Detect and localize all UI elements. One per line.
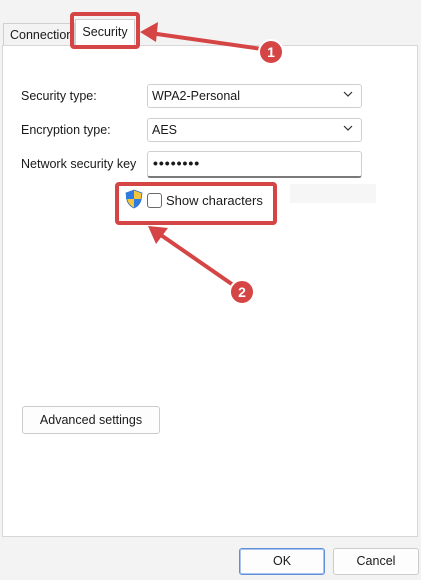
input-shadow (290, 184, 376, 203)
security-type-value: WPA2-Personal (152, 89, 240, 103)
chevron-down-icon (343, 91, 353, 97)
advanced-settings-button[interactable]: Advanced settings (22, 406, 160, 434)
ok-button[interactable]: OK (239, 548, 325, 575)
tab-connection[interactable]: Connection (3, 23, 75, 45)
cancel-button-label: Cancel (356, 554, 396, 568)
tab-security[interactable]: Security (75, 19, 135, 46)
cancel-button[interactable]: Cancel (333, 548, 419, 575)
security-type-label: Security type: (21, 89, 97, 103)
title-strip (0, 0, 421, 12)
arrow-1-head (140, 22, 158, 42)
security-type-select[interactable]: WPA2-Personal (147, 84, 362, 108)
uac-shield-icon (125, 189, 143, 209)
chevron-down-icon (343, 125, 353, 131)
encryption-type-label: Encryption type: (21, 123, 111, 137)
encryption-type-value: AES (152, 123, 178, 137)
network-key-value: •••••••• (153, 155, 201, 171)
show-characters-checkbox[interactable] (147, 193, 162, 208)
network-key-input[interactable]: •••••••• (147, 151, 362, 178)
network-key-label: Network security key (21, 157, 137, 171)
show-characters-label[interactable]: Show characters (166, 193, 263, 208)
ok-button-label: OK (272, 554, 292, 568)
tab-connection-label: Connection (10, 28, 74, 42)
advanced-settings-label: Advanced settings (39, 413, 143, 427)
tab-security-label: Security (82, 25, 128, 39)
encryption-type-select[interactable]: AES (147, 118, 362, 142)
